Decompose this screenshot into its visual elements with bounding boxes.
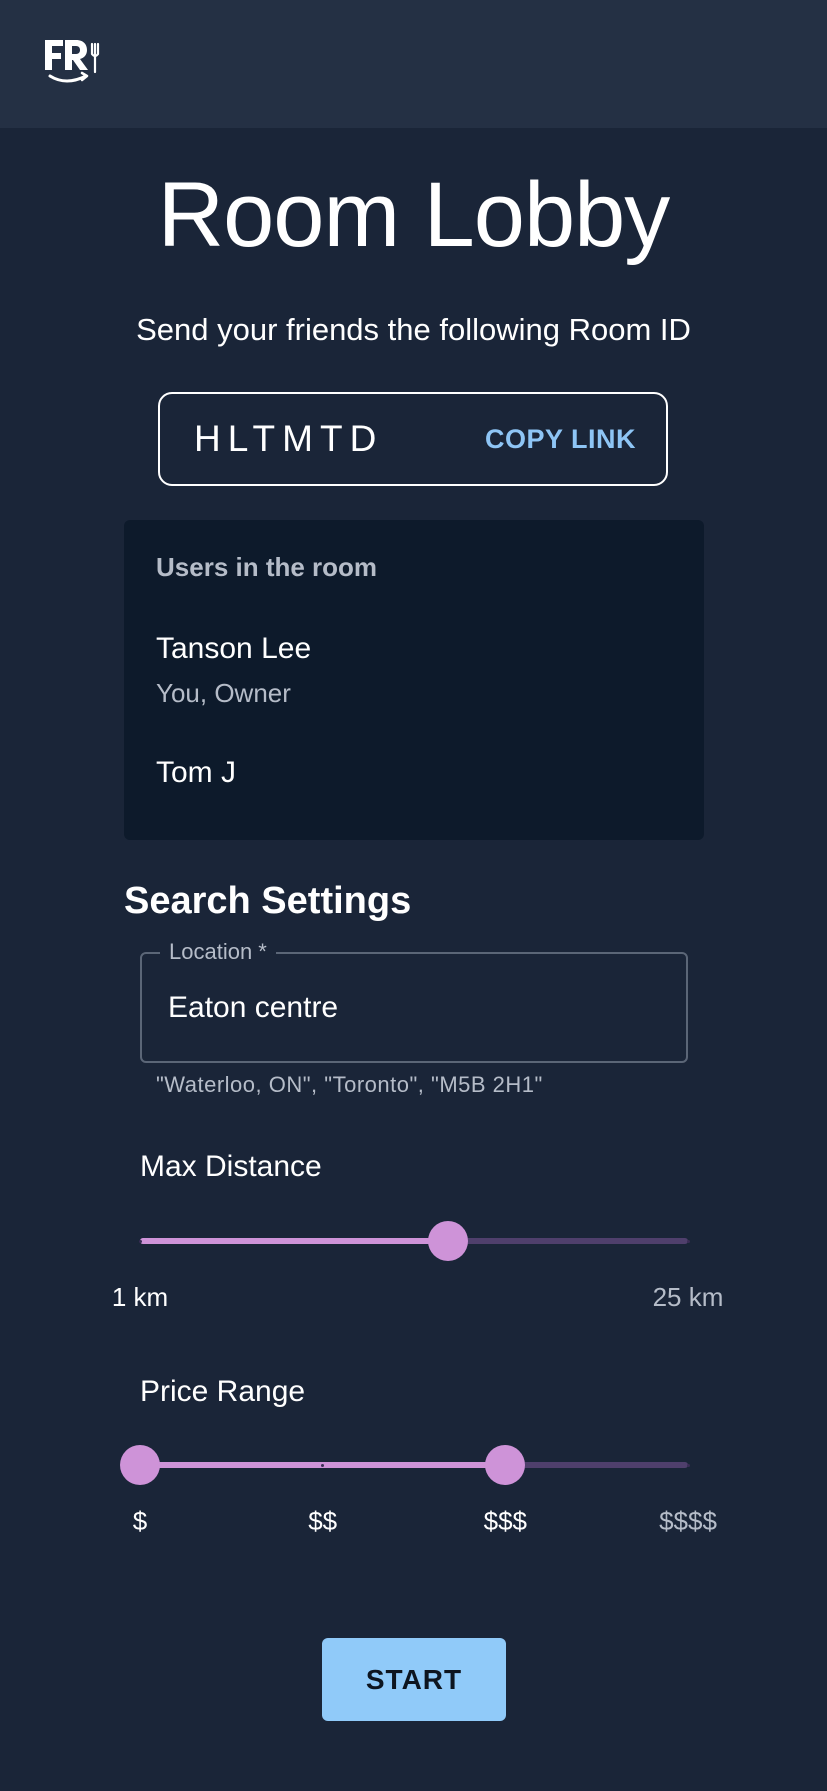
price-range-min-thumb[interactable] [120, 1445, 160, 1485]
max-distance-label: Max Distance [140, 1150, 322, 1183]
price-range-mark-label: $$$$ [659, 1506, 717, 1536]
room-instructions: Send your friends the following Room ID [136, 312, 691, 347]
users-list: Users in the room Tanson Lee You, Owner … [124, 520, 704, 840]
fork-restaurant-logo-icon[interactable] [42, 36, 108, 96]
price-range-tick [321, 1463, 325, 1467]
price-range-mark-label: $$$ [483, 1506, 528, 1536]
search-settings-title: Search Settings [124, 880, 412, 922]
max-distance-thumb[interactable] [428, 1221, 469, 1261]
app-bar [0, 0, 827, 128]
max-distance-max-label: 25 km [652, 1282, 724, 1312]
max-distance-tick [686, 1239, 690, 1243]
price-range-tick [686, 1463, 690, 1467]
users-heading: Users in the room [156, 552, 378, 582]
room-id-code: HLTMTD [194, 418, 384, 459]
location-input[interactable]: Location * Eaton centre [140, 936, 688, 1063]
max-distance-tick [138, 1239, 142, 1243]
price-range-max-thumb[interactable] [485, 1445, 526, 1485]
price-range-mark-label: $ [132, 1506, 148, 1536]
price-range-label: Price Range [140, 1375, 306, 1408]
user-name: Tanson Lee [156, 632, 312, 665]
max-distance-track-fill [140, 1238, 449, 1244]
start-button[interactable]: START [322, 1638, 506, 1721]
copy-link-button[interactable]: COPY LINK [485, 394, 636, 484]
price-range-mark-label: $$ [308, 1506, 338, 1536]
location-helper-text: "Waterloo, ON", "Toronto", "M5B 2H1" [156, 1072, 543, 1097]
room-id-box: HLTMTD COPY LINK [158, 392, 668, 486]
user-name: Tom J [156, 756, 237, 789]
page-title: Room Lobby [157, 164, 671, 266]
user-role: You, Owner [156, 678, 291, 708]
location-value[interactable]: Eaton centre [168, 954, 338, 1061]
max-distance-min-label: 1 km [111, 1282, 169, 1312]
